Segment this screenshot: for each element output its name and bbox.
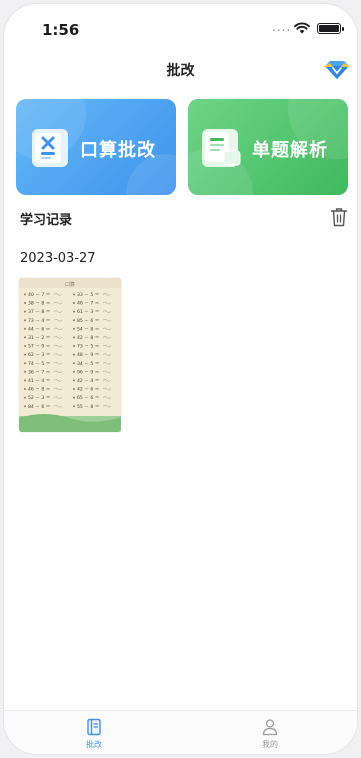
single-question-card[interactable]: 单题解析 (188, 99, 348, 195)
worksheet-problem: 44 － 6 ＝ (28, 326, 50, 332)
worksheet-bullet (24, 336, 26, 339)
oral-correction-label: 口算批改 (80, 140, 156, 161)
worksheet-problem: 46 － 7 ＝ (77, 301, 99, 307)
worksheet-problem: 42 － 6 ＝ (77, 387, 99, 393)
tab-correct-label: 批改 (86, 740, 102, 749)
worksheet-bullet (73, 370, 75, 373)
worksheet-problem: 40 － 7 ＝ (28, 292, 50, 298)
worksheet-bullet (24, 302, 26, 304)
phone-screen: 1:56 .... 批改 口算批改 单题解析 学习记录 2023-03-27 口… (3, 3, 358, 755)
worksheet-problem: 55 － 8 ＝ (77, 404, 99, 410)
worksheet-problem: 46 － 8 ＝ (28, 387, 50, 393)
worksheet-problem: 54 － 8 ＝ (77, 326, 99, 332)
worksheet-bullet (73, 388, 75, 390)
worksheet-bullet (24, 379, 26, 382)
worksheet-bullet (73, 319, 75, 322)
trash-icon[interactable] (330, 207, 348, 227)
status-bar: 1:56 .... (4, 4, 357, 48)
worksheet-bullet (24, 293, 26, 296)
worksheet-problem: 57 － 9 ＝ (28, 344, 50, 350)
worksheet-bullet (73, 362, 75, 365)
worksheet-thumbnail[interactable]: 口算 40 － 7 ＝ 38 － 8 ＝ 37 － 8 ＝ 73 － 4 ＝ 44 － … (19, 278, 121, 432)
tab-mine-label: 我的 (262, 740, 278, 749)
worksheet-problem: 74 － 5 ＝ (28, 361, 50, 367)
document-icon (202, 129, 241, 167)
tab-correct[interactable]: 批改 (64, 718, 124, 750)
worksheet-bullet (24, 345, 26, 347)
worksheet-bullet (73, 327, 75, 330)
user-icon (262, 719, 278, 736)
book-icon (87, 718, 101, 736)
worksheet-problem: 34 － 5 ＝ (77, 361, 99, 367)
worksheet-problem: 37 － 8 ＝ (28, 309, 50, 315)
worksheet-problem: 42 － 8 ＝ (77, 335, 99, 341)
worksheet-bullet (24, 396, 26, 399)
worksheet-x-icon (32, 129, 68, 167)
worksheet-problem: 31 － 2 ＝ (28, 335, 50, 341)
worksheet-bullet (73, 405, 75, 408)
worksheet-problem: 33 － 5 ＝ (77, 292, 99, 298)
study-record-title: 学习记录 (20, 213, 73, 228)
worksheet-problem: 38 － 8 ＝ (28, 301, 50, 307)
worksheet-problem: 52 － 3 ＝ (28, 395, 50, 401)
worksheet-bullet (73, 336, 75, 339)
wifi-icon (294, 22, 310, 34)
worksheet-bullet (24, 405, 26, 408)
tab-mine[interactable]: 我的 (240, 718, 300, 750)
worksheet-problem: 48 － 9 ＝ (77, 352, 99, 358)
worksheet-bullet (73, 396, 75, 399)
worksheet-bullet (24, 362, 26, 365)
battery-icon (317, 23, 344, 34)
vip-diamond-icon[interactable] (322, 59, 352, 81)
worksheet-problem: 84 － 6 ＝ (28, 404, 50, 410)
worksheet-bullet (24, 388, 26, 390)
worksheet-bullet (73, 345, 75, 347)
worksheet-problem: 41 － 4 ＝ (28, 378, 50, 384)
worksheet-problem: 73 － 5 ＝ (77, 344, 99, 350)
page-title: 批改 (166, 63, 195, 79)
single-question-label: 单题解析 (252, 140, 328, 161)
worksheet-bullet (24, 310, 26, 313)
worksheet-problem: 36 － 7 ＝ (28, 369, 50, 375)
worksheet-bullet (73, 379, 75, 382)
record-date: 2023-03-27 (20, 251, 96, 266)
worksheet-bullet (24, 327, 26, 330)
oral-correction-card[interactable]: 口算批改 (16, 99, 176, 195)
worksheet-problem: 62 － 3 ＝ (28, 352, 50, 358)
status-time: 1:56 (42, 21, 80, 39)
worksheet-header: 口算 (65, 281, 75, 288)
worksheet-problem: 73 － 4 ＝ (28, 318, 50, 324)
worksheet-bullet (73, 353, 75, 356)
worksheet-problem: 85 － 6 ＝ (77, 318, 99, 324)
worksheet-problem: 61 － 3 ＝ (77, 309, 99, 315)
worksheet-bullet (24, 353, 26, 356)
worksheet-bullet (24, 370, 26, 373)
worksheet-bullet (73, 293, 75, 296)
worksheet-problem: 65 － 6 ＝ (77, 395, 99, 401)
worksheet-bullet (24, 319, 26, 322)
tab-bar: 批改 我的 (4, 710, 357, 754)
worksheet-bullet (73, 310, 75, 313)
worksheet-problem: 42 － 4 ＝ (77, 378, 99, 384)
signal-dots: .... (272, 20, 292, 34)
worksheet-problem: 96 － 9 ＝ (77, 369, 99, 375)
worksheet-photo: 口算 40 － 7 ＝ 38 － 8 ＝ 37 － 8 ＝ 73 － 4 ＝ 44 － … (19, 278, 121, 432)
worksheet-bullet (73, 302, 75, 304)
